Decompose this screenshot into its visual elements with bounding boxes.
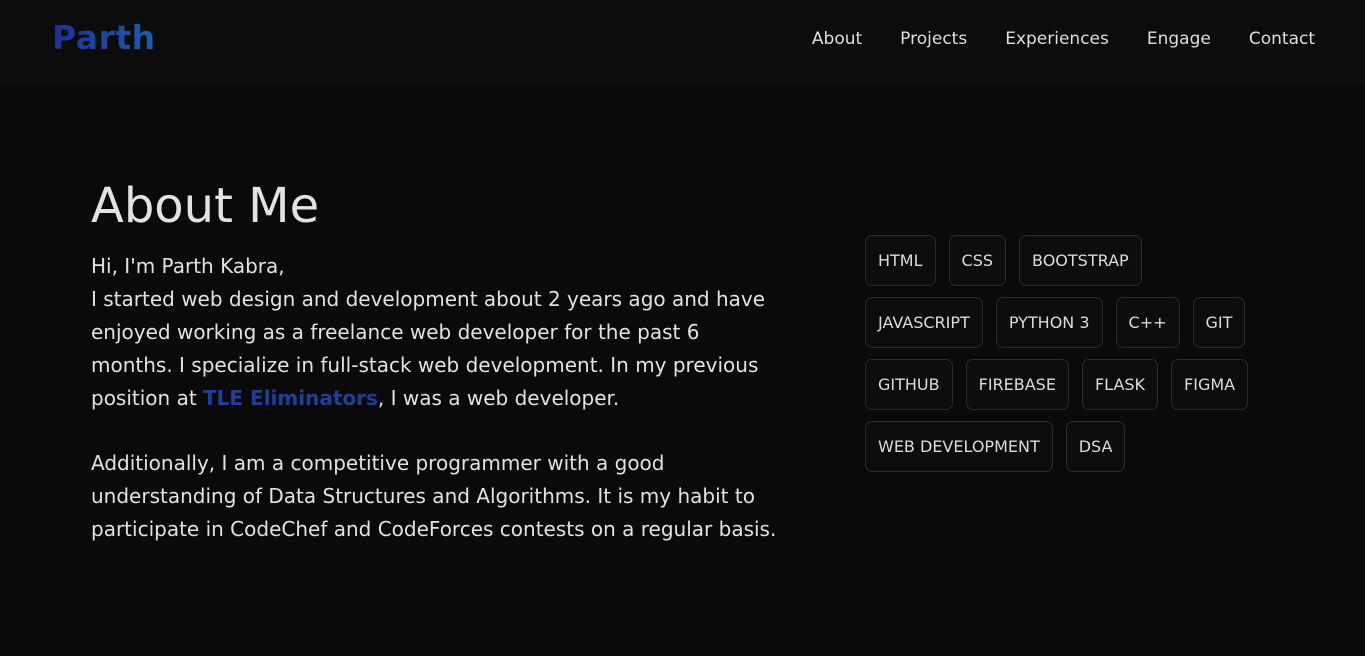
skill-tag-git: GIT <box>1192 297 1246 348</box>
bio: Hi, I'm Parth Kabra, I started web desig… <box>91 250 781 578</box>
skill-row: WEB DEVELOPMENT DSA <box>865 421 1285 472</box>
skill-row: HTML CSS BOOTSTRAP <box>865 235 1285 286</box>
skill-tag-flask: FLASK <box>1081 359 1159 410</box>
nav-link-projects[interactable]: Projects <box>900 28 967 50</box>
skill-tag-bootstrap: BOOTSTRAP <box>1019 235 1142 286</box>
nav-link-engage[interactable]: Engage <box>1147 28 1211 50</box>
nav-link-contact[interactable]: Contact <box>1249 28 1315 50</box>
logo[interactable]: Parth <box>52 18 156 58</box>
skill-tag-css: CSS <box>948 235 1007 286</box>
bio-paragraph-1: Hi, I'm Parth Kabra, I started web desig… <box>91 250 781 415</box>
skill-row: GITHUB FIREBASE FLASK FIGMA <box>865 359 1285 410</box>
skills-list: HTML CSS BOOTSTRAP JAVASCRIPT PYTHON 3 C… <box>865 235 1285 483</box>
skill-tag-python: PYTHON 3 <box>995 297 1103 348</box>
skill-tag-firebase: FIREBASE <box>965 359 1069 410</box>
company-link[interactable]: TLE Eliminators <box>203 386 378 410</box>
bio-text-after-link: , I was a web developer. <box>377 386 620 410</box>
skill-tag-cpp: C++ <box>1115 297 1180 348</box>
skill-tag-github: GITHUB <box>865 359 953 410</box>
skill-tag-html: HTML <box>865 235 936 286</box>
nav-links: About Projects Experiences Engage Contac… <box>774 28 1315 50</box>
navbar: Parth About Projects Experiences Engage … <box>0 0 1365 82</box>
skill-tag-javascript: JAVASCRIPT <box>865 297 983 348</box>
bio-paragraph-2: Additionally, I am a competitive program… <box>91 451 777 541</box>
skill-row: JAVASCRIPT PYTHON 3 C++ GIT <box>865 297 1285 348</box>
skill-tag-dsa: DSA <box>1065 421 1126 472</box>
skill-tag-figma: FIGMA <box>1171 359 1249 410</box>
nav-link-experiences[interactable]: Experiences <box>1005 28 1109 50</box>
skill-tag-web-development: WEB DEVELOPMENT <box>865 421 1053 472</box>
bio-greeting: Hi, I'm Parth Kabra, <box>91 254 285 278</box>
page-title: About Me <box>91 178 320 235</box>
nav-link-about[interactable]: About <box>812 28 862 50</box>
